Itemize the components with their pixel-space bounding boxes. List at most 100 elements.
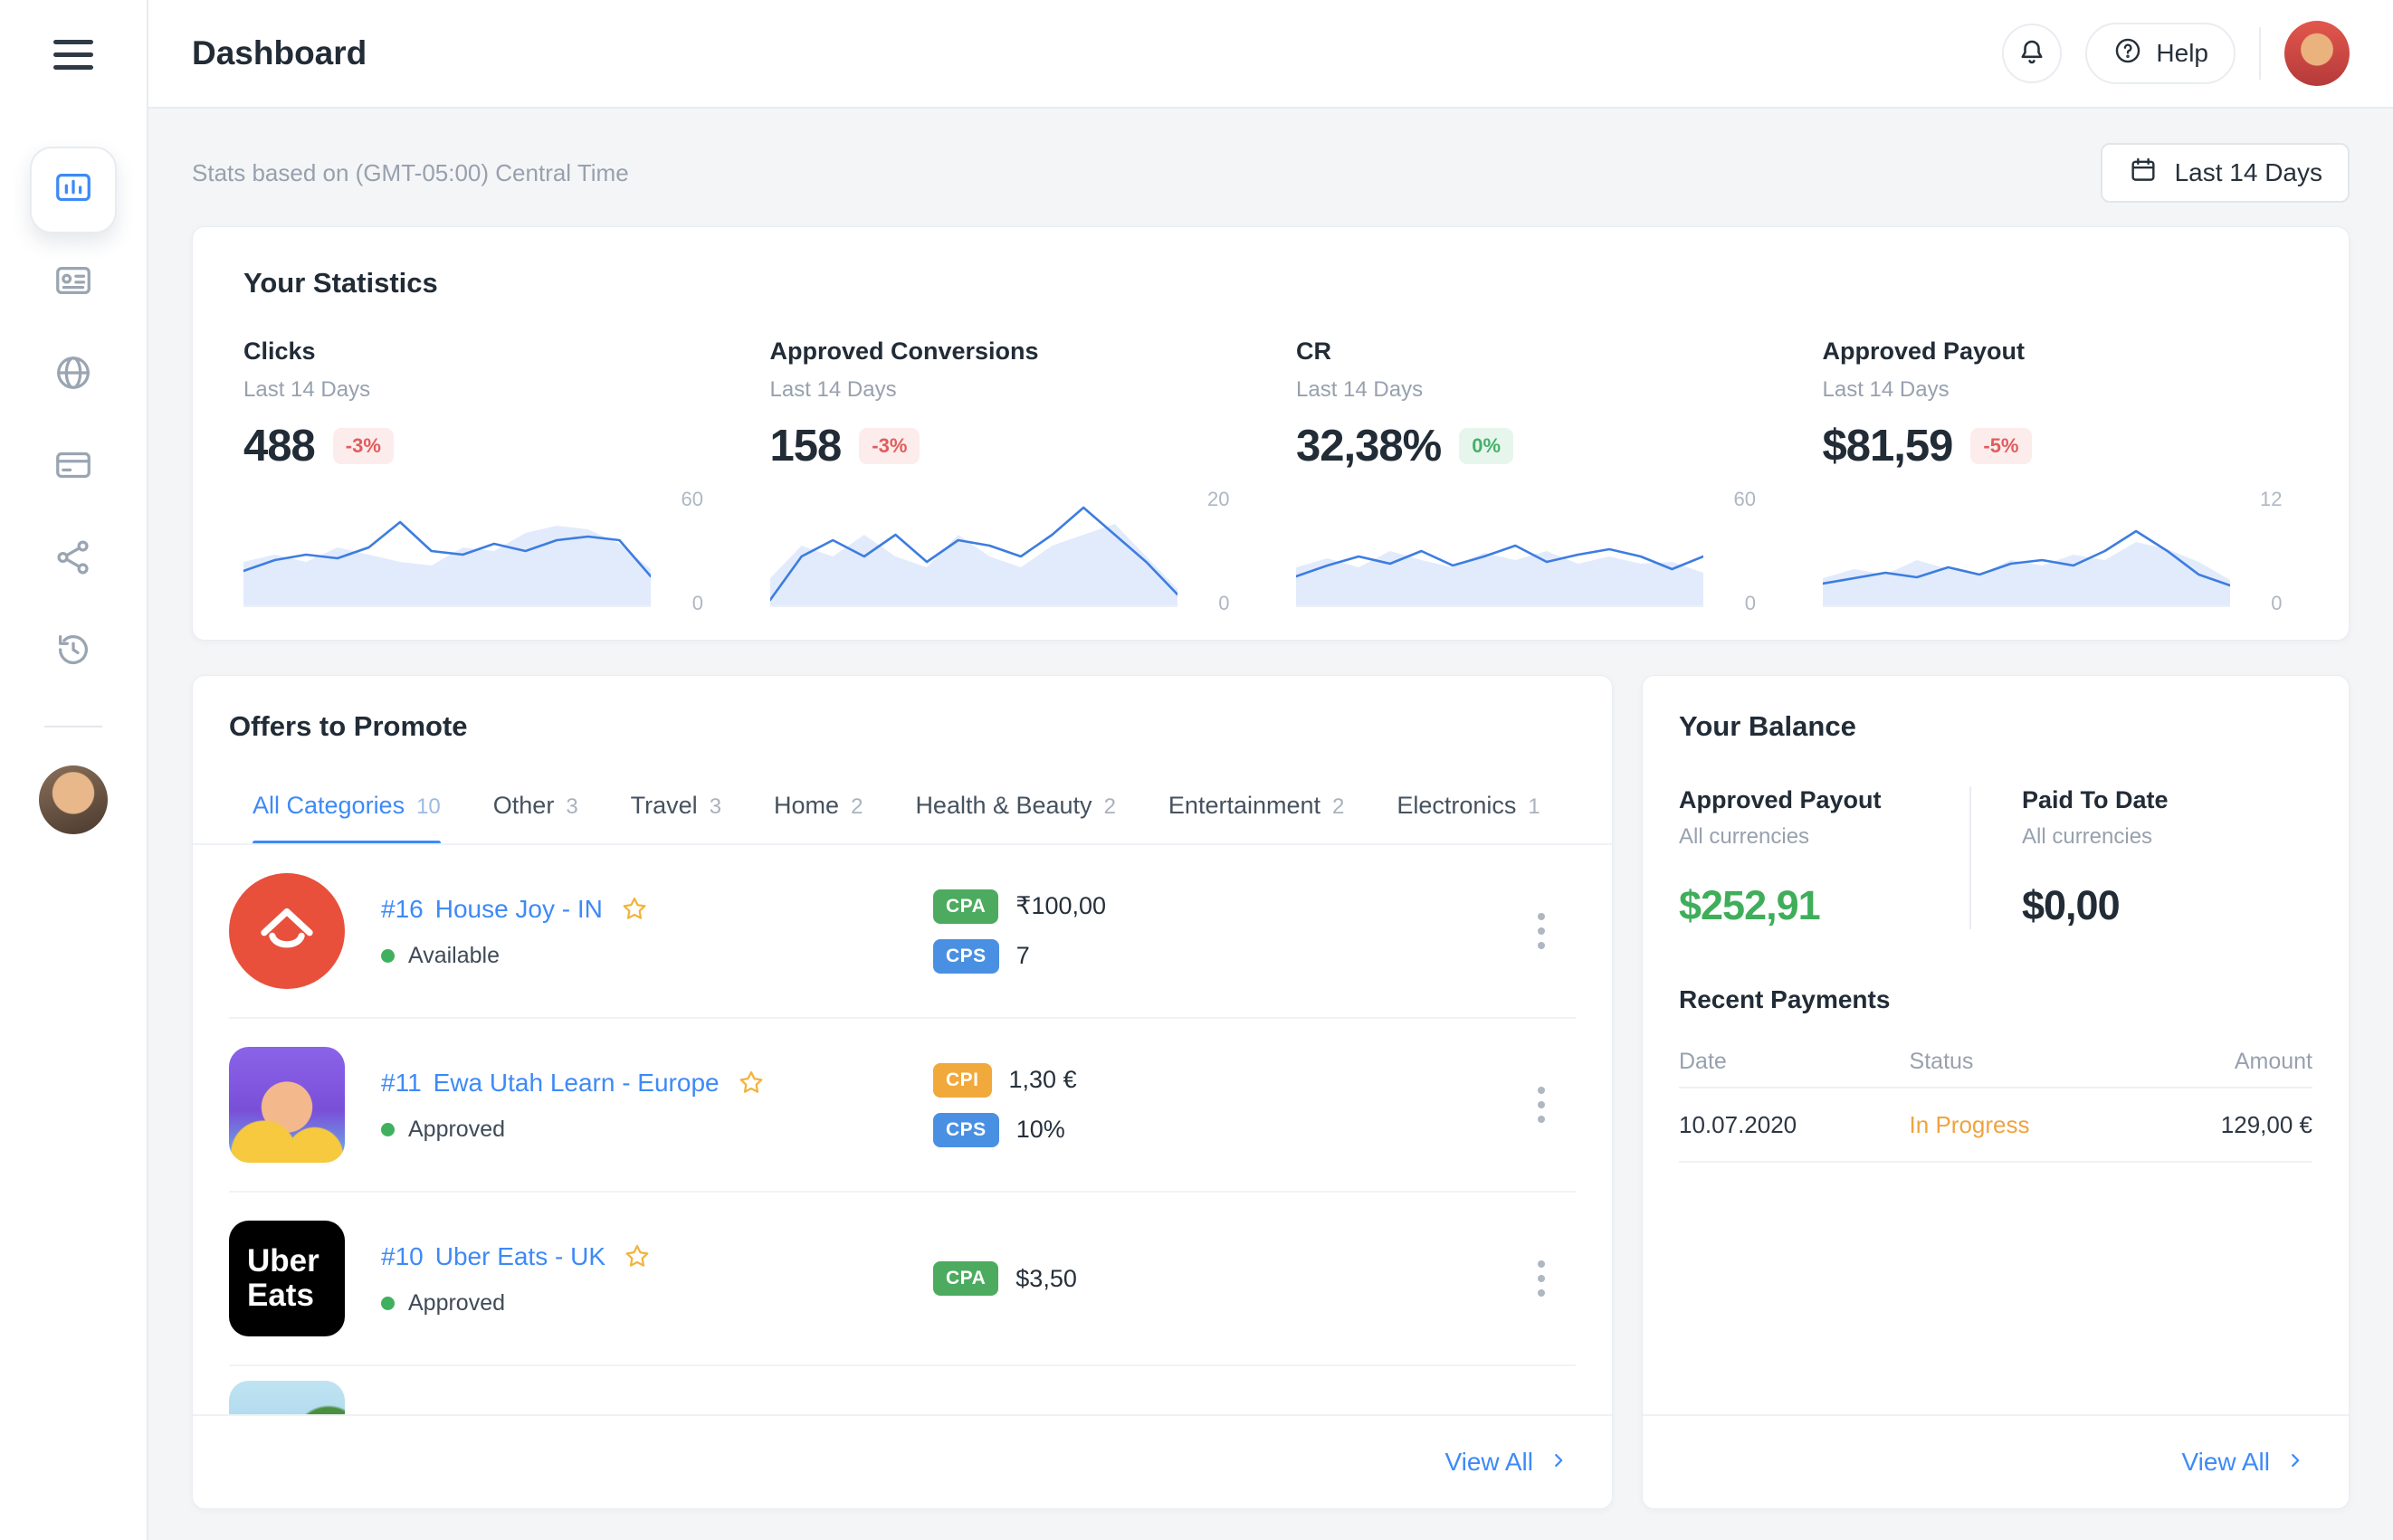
offer-info: #10 Uber Eats - UK Approved: [381, 1241, 933, 1317]
stat-period: Last 14 Days: [1296, 377, 1424, 402]
sidebar-item-profile-card[interactable]: [30, 239, 117, 326]
column-amount: Amount: [2234, 1048, 2312, 1074]
user-avatar[interactable]: [2284, 21, 2350, 86]
payment-date: 10.07.2020: [1679, 1110, 1797, 1138]
cr-sparkline-chart: 60 0: [1296, 488, 1756, 614]
date-range-label: Last 14 Days: [2174, 158, 2322, 186]
offer-id: #16: [381, 894, 424, 923]
stat-value: 158: [769, 422, 843, 471]
hamburger-icon[interactable]: [53, 0, 93, 109]
tab-count: 2: [1103, 794, 1116, 819]
sidebar-item-links[interactable]: [30, 516, 117, 603]
stat-period: Last 14 Days: [1822, 377, 1950, 402]
offer-info: #16 House Joy - IN Available: [381, 894, 933, 969]
offer-id: #11: [381, 1068, 422, 1097]
stat-label: Approved Conversions: [769, 337, 1039, 365]
stat-value: 32,38%: [1296, 422, 1442, 471]
badge-value: ₹100,00: [1015, 892, 1107, 919]
balance-title: Your Balance: [1679, 710, 1856, 742]
offers-view-all-link[interactable]: View All: [1444, 1448, 1568, 1477]
status-dot: [381, 948, 395, 963]
status-dot: [381, 1296, 395, 1310]
offer-name: Uber Eats - UK: [434, 1241, 605, 1270]
tab-health-beauty[interactable]: Health & Beauty 2: [915, 774, 1115, 843]
paid-to-date-sub: All currencies: [2022, 824, 2153, 849]
notifications-button[interactable]: [2002, 24, 2063, 83]
chevron-right-icon: [1549, 1448, 1568, 1477]
payments-table-header: Date Status Amount: [1679, 1036, 2312, 1088]
stat-period: Last 14 Days: [243, 377, 371, 402]
offers-title: Offers to Promote: [229, 710, 468, 742]
topbar-divider: [2259, 27, 2261, 80]
sidebar-avatar[interactable]: [39, 765, 108, 834]
y-axis-min: 0: [2271, 592, 2283, 614]
column-status: Status: [1909, 1048, 1974, 1074]
offer-link[interactable]: #10 Uber Eats - UK: [381, 1242, 605, 1271]
offer-row-uber-eats: Uber Eats #10 Uber Eats - UK Approved CP…: [229, 1193, 1576, 1366]
tab-count: 3: [566, 794, 578, 819]
content-header: Stats based on (GMT-05:00) Central Time …: [192, 143, 2350, 203]
sidebar-nav: [30, 147, 117, 695]
paid-to-date-value: $0,00: [2022, 882, 2121, 928]
badge-value: 10%: [1015, 1116, 1065, 1143]
tab-all-categories[interactable]: All Categories 10: [253, 774, 441, 843]
tab-travel[interactable]: Travel 3: [631, 774, 721, 843]
tab-count: 1: [1528, 794, 1540, 819]
offer-menu-button[interactable]: [1512, 1248, 1570, 1309]
statistics-row: Clicks Last 14 Days 488 -3% 60 0 Approve…: [243, 337, 2298, 614]
offer-link[interactable]: #11 Ewa Utah Learn - Europe: [381, 1069, 720, 1098]
tab-other[interactable]: Other 3: [493, 774, 578, 843]
offer-id: #10: [381, 1241, 424, 1270]
tab-entertainment[interactable]: Entertainment 2: [1168, 774, 1344, 843]
tab-electronics[interactable]: Electronics 1: [1397, 774, 1540, 843]
id-card-icon: [52, 260, 94, 306]
offer-menu-button[interactable]: [1512, 900, 1570, 962]
offer-link[interactable]: #16 House Joy - IN: [381, 895, 603, 924]
status-label: Approved: [408, 1289, 506, 1316]
tab-label: Electronics: [1397, 792, 1517, 819]
offer-row-ewa-utah-learn: #11 Ewa Utah Learn - Europe Approved CPI…: [229, 1019, 1576, 1193]
app-root: Dashboard Help Stats based on (GMT-05:00…: [0, 0, 2393, 1540]
uber-eats-logo: Uber Eats: [229, 1221, 345, 1336]
payout-sparkline-chart: 12 0: [1823, 488, 2283, 614]
y-axis-min: 0: [1744, 592, 1756, 614]
help-button[interactable]: Help: [2085, 23, 2236, 84]
offer-payout-badges: CPA $3,50: [933, 1261, 1512, 1296]
tab-label: Travel: [630, 792, 698, 819]
sidebar-item-history[interactable]: [30, 608, 117, 695]
offers-card: Offers to Promote All Categories 10 Othe…: [192, 675, 1613, 1509]
sidebar-divider: [44, 726, 102, 727]
paid-to-date-label: Paid To Date: [2022, 786, 2169, 813]
globe-icon: [52, 352, 94, 398]
cpa-badge: CPA: [933, 1261, 999, 1296]
tab-label: Other: [492, 792, 555, 819]
y-axis-max: 60: [1733, 488, 1756, 510]
favorite-star-icon[interactable]: [736, 1068, 767, 1098]
balance-view-all-link[interactable]: View All: [2181, 1448, 2305, 1477]
offer-menu-button[interactable]: [1512, 1074, 1570, 1136]
tab-home[interactable]: Home 2: [774, 774, 863, 843]
sidebar-item-dashboard[interactable]: [30, 147, 117, 233]
sidebar-item-global[interactable]: [30, 331, 117, 418]
stat-value: 488: [243, 422, 316, 471]
y-axis-min: 0: [1218, 592, 1230, 614]
sidebar-item-billing[interactable]: [30, 423, 117, 510]
sidebar: [0, 0, 148, 1540]
offer-list: #16 House Joy - IN Available CPA ₹100,00…: [193, 845, 1612, 1366]
date-range-button[interactable]: Last 14 Days: [2100, 143, 2350, 203]
question-circle-icon: [2112, 35, 2143, 72]
favorite-star-icon[interactable]: [622, 1241, 653, 1272]
favorite-star-icon[interactable]: [619, 894, 650, 925]
view-all-label: View All: [1444, 1448, 1533, 1476]
tab-count: 2: [851, 794, 863, 819]
approved-payout-block: Approved Payout All currencies $252,91: [1679, 786, 1969, 929]
offer-row-partial[interactable]: [193, 1366, 1612, 1414]
offer-payout-badges: CPA ₹100,00 CPS 7: [933, 889, 1512, 974]
y-axis-max: 60: [681, 488, 703, 510]
approved-payout-value: $252,91: [1679, 882, 1821, 928]
stat-cr: CR Last 14 Days 32,38% 0% 60 0: [1296, 337, 1772, 614]
offer-info: #11 Ewa Utah Learn - Europe Approved: [381, 1068, 933, 1143]
cps-badge: CPS: [933, 938, 999, 974]
badge-value: 7: [1015, 942, 1030, 969]
offer-status: Approved: [381, 1290, 933, 1317]
